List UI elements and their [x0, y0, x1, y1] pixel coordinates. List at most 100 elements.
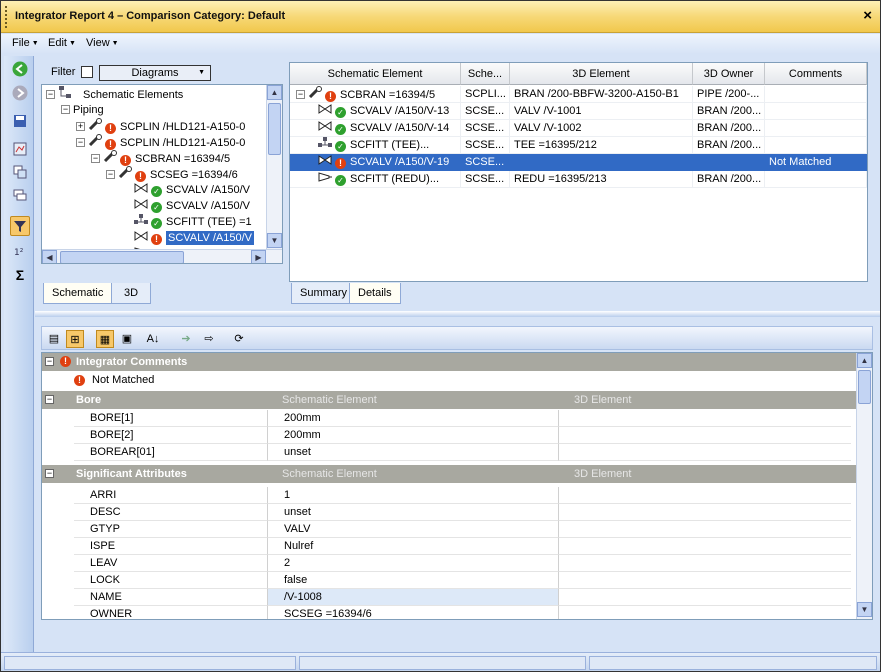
property-3d-value[interactable] [559, 504, 851, 521]
property-row[interactable]: LEAV 2 [42, 555, 856, 572]
property-row[interactable]: BOREAR[01] unset [42, 444, 856, 461]
collapse-icon[interactable]: − [76, 138, 85, 147]
tree-node[interactable]: −! SCSEG =16394/6 [106, 166, 238, 182]
table-row[interactable]: ✓ SCFITT (REDU)... SCSE... REDU =16395/213 B… [290, 171, 867, 188]
sum-button[interactable]: Σ [10, 265, 30, 285]
property-vertical-scrollbar[interactable]: ▲ ▼ [856, 353, 872, 619]
refresh-button[interactable]: ⟳ [230, 330, 248, 348]
sort-button[interactable]: 1² [10, 241, 30, 261]
collapse-icon[interactable]: − [45, 357, 54, 366]
category-integrator-comments[interactable]: − ! Integrator Comments [42, 353, 856, 371]
menu-view[interactable]: View ▼ [86, 37, 119, 49]
scroll-down-button[interactable]: ▼ [267, 233, 282, 248]
tree-node[interactable]: −! SCBRAN =16394/5 [91, 150, 230, 166]
windows-button[interactable] [10, 185, 30, 205]
property-row[interactable]: ISPE Nulref [42, 538, 856, 555]
collapse-icon[interactable]: − [45, 395, 54, 404]
tree-horizontal-scrollbar[interactable]: ◀ ▶ [42, 249, 282, 263]
table-row[interactable]: ✓ SCVALV /A150/V-14 SCSE... VALV /V-1002 BRA… [290, 120, 867, 137]
property-schematic-value[interactable]: VALV [268, 521, 559, 538]
property-3d-value[interactable] [559, 606, 851, 619]
title-grip[interactable] [5, 6, 8, 28]
property-schematic-value[interactable]: 1 [268, 487, 559, 504]
property-schematic-value[interactable]: unset [268, 504, 559, 521]
tab-schematic[interactable]: Schematic [43, 283, 113, 304]
menu-edit[interactable]: Edit ▼ [48, 37, 76, 49]
back-button[interactable] [10, 59, 30, 79]
close-icon[interactable]: × [863, 7, 872, 24]
property-row[interactable]: OWNER SCSEG =16394/6 [42, 606, 856, 619]
compare-button[interactable] [10, 162, 30, 182]
scroll-up-button[interactable]: ▲ [267, 85, 282, 100]
column-header-comments[interactable]: Comments [765, 63, 867, 85]
scroll-thumb[interactable] [268, 103, 281, 155]
column-header-schematic-owner[interactable]: Sche... [461, 63, 510, 85]
property-row[interactable]: BORE[1] 200mm [42, 410, 856, 427]
property-3d-value[interactable] [559, 589, 851, 606]
property-row[interactable]: ARRI 1 [42, 487, 856, 504]
property-row[interactable]: DESC unset [42, 504, 856, 521]
category-significant-attributes[interactable]: − Significant Attributes Schematic Eleme… [42, 465, 856, 483]
tree-vertical-scrollbar[interactable]: ▲ ▼ [266, 85, 282, 249]
property-schematic-value[interactable]: Nulref [268, 538, 559, 555]
table-row[interactable]: −! SCBRAN =16394/5 SCPLI... BRAN /200-BBFW-… [290, 86, 867, 103]
column-header-schematic-element[interactable]: Schematic Element [290, 63, 461, 85]
forward-button[interactable] [10, 83, 30, 103]
tree-node[interactable]: +! SCPLIN /HLD121-A150-0 [76, 118, 245, 134]
collapse-icon[interactable]: − [45, 469, 54, 478]
menu-file[interactable]: File ▼ [12, 37, 39, 49]
collapse-icon[interactable]: − [91, 154, 100, 163]
property-3d-value[interactable] [559, 444, 851, 461]
column-header-3d-owner[interactable]: 3D Owner [693, 63, 765, 85]
scroll-left-button[interactable]: ◀ [42, 250, 57, 263]
scroll-up-button[interactable]: ▲ [857, 353, 872, 368]
property-3d-value[interactable] [559, 487, 851, 504]
table-row[interactable]: ✓ SCFITT (TEE)... SCSE... TEE =16395/212 BRA… [290, 137, 867, 154]
scroll-thumb[interactable] [858, 370, 871, 404]
property-pages-button[interactable]: ▦ [96, 330, 114, 348]
tab-3d[interactable]: 3D [111, 283, 152, 304]
property-schematic-value[interactable]: SCSEG =16394/6 [268, 606, 559, 619]
property-schematic-value[interactable]: 200mm [268, 410, 559, 427]
diagrams-dropdown[interactable]: Diagrams ▼ [99, 65, 211, 81]
panel-splitter[interactable] [35, 311, 880, 317]
tree-node[interactable]: ✓ SCFITT (TEE) =1 [121, 214, 252, 230]
property-row[interactable]: NAME/V-1008 [42, 589, 856, 606]
collapse-icon[interactable]: − [61, 105, 70, 114]
property-3d-value[interactable] [559, 555, 851, 572]
property-3d-value[interactable] [559, 572, 851, 589]
property-3d-value[interactable] [559, 427, 851, 444]
filter-button[interactable] [10, 216, 30, 236]
property-row[interactable]: GTYP VALV [42, 521, 856, 538]
title-bar[interactable]: Integrator Report 4 – Comparison Categor… [1, 1, 880, 33]
categorized-button[interactable]: ▤ [45, 330, 63, 348]
tree-node[interactable]: ✓ SCVALV /A150/V [121, 198, 250, 214]
scroll-thumb[interactable] [60, 251, 184, 263]
scroll-down-button[interactable]: ▼ [857, 602, 872, 617]
tree-node[interactable]: ✓ SCVALV /A150/V [121, 182, 250, 198]
expand-button[interactable]: ⊞ [66, 330, 84, 348]
property-schematic-value[interactable]: /V-1008 [268, 589, 559, 606]
property-schematic-value[interactable]: false [268, 572, 559, 589]
collapse-icon[interactable]: − [296, 90, 305, 99]
tree-node[interactable]: − Piping [61, 102, 104, 118]
property-schematic-value[interactable]: unset [268, 444, 559, 461]
property-3d-value[interactable] [559, 410, 851, 427]
expand-icon[interactable]: + [76, 122, 85, 131]
scroll-right-button[interactable]: ▶ [251, 250, 266, 263]
collapse-icon[interactable]: − [106, 170, 115, 179]
table-row[interactable]: ! SCVALV /A150/V-19 SCSE... Not Matched [290, 154, 867, 171]
column-header-3d-element[interactable]: 3D Element [510, 63, 693, 85]
arrow-right-button[interactable]: ➔ [177, 330, 195, 348]
property-3d-value[interactable] [559, 538, 851, 555]
collapse-icon[interactable]: − [46, 90, 55, 99]
category-bore[interactable]: − Bore Schematic Element 3D Element [42, 391, 856, 409]
tree-node[interactable]: − Schematic Elements [46, 86, 183, 102]
tab-details[interactable]: Details [349, 283, 401, 304]
sort-az-button[interactable]: A↓ [142, 330, 164, 348]
properties-button[interactable]: ▣ [118, 330, 136, 348]
filter-checkbox[interactable] [81, 66, 93, 78]
tree-node[interactable]: ! SCVALV /A150/V [121, 230, 254, 246]
table-row[interactable]: ✓ SCVALV /A150/V-13 SCSE... VALV /V-1001 BRA… [290, 103, 867, 120]
property-schematic-value[interactable]: 200mm [268, 427, 559, 444]
